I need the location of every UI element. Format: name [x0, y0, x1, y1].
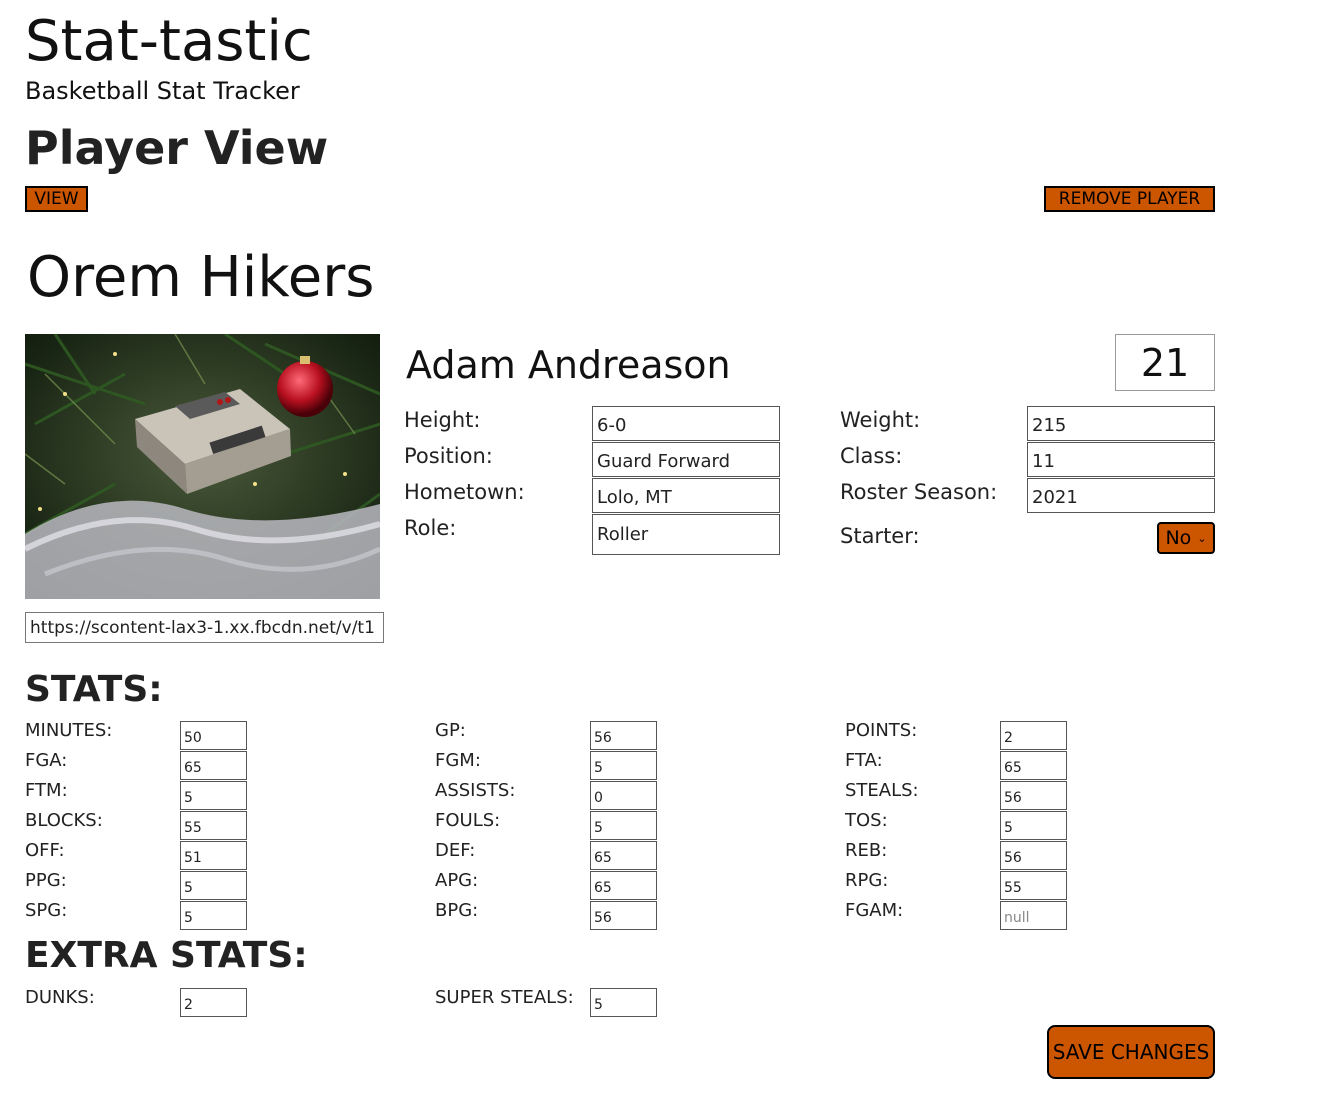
gp-input[interactable] [590, 721, 657, 750]
class-input[interactable] [1027, 442, 1215, 477]
super-steals-label: SUPER STEALS: [435, 987, 574, 1008]
bpg-input[interactable] [590, 901, 657, 930]
fgam-label: FGAM: [845, 900, 904, 921]
assists-label: ASSISTS: [435, 780, 516, 801]
photo-url-input[interactable] [25, 612, 384, 643]
fouls-input[interactable] [590, 811, 657, 840]
gp-label: GP: [435, 720, 466, 741]
player-view-page: Stat-tastic Basketball Stat Tracker Play… [0, 0, 1341, 1109]
role-label: Role: [404, 516, 457, 540]
rpg-input[interactable] [1000, 871, 1067, 900]
hometown-input[interactable] [592, 478, 780, 513]
starter-select[interactable]: No ⌄ [1157, 522, 1215, 554]
fta-input[interactable] [1000, 751, 1067, 780]
fta-label: FTA: [845, 750, 883, 771]
fgam-input[interactable] [1000, 901, 1067, 930]
spg-label: SPG: [25, 900, 68, 921]
page-title: Player View [25, 121, 329, 175]
dunks-label: DUNKS: [25, 987, 95, 1008]
blocks-input[interactable] [180, 811, 247, 840]
apg-label: APG: [435, 870, 479, 891]
def-input[interactable] [590, 841, 657, 870]
weight-input[interactable] [1027, 406, 1215, 441]
rpg-label: RPG: [845, 870, 889, 891]
hometown-label: Hometown: [404, 480, 525, 504]
minutes-input[interactable] [180, 721, 247, 750]
player-photo [25, 334, 380, 599]
jersey-number-input[interactable] [1115, 334, 1215, 391]
position-label: Position: [404, 444, 493, 468]
off-input[interactable] [180, 841, 247, 870]
tos-label: TOS: [845, 810, 888, 831]
height-input[interactable] [592, 406, 780, 441]
off-label: OFF: [25, 840, 65, 861]
roster-season-label: Roster Season: [840, 480, 998, 504]
chevron-down-icon: ⌄ [1197, 531, 1207, 545]
extra-stats-title: EXTRA STATS: [25, 935, 308, 976]
fga-label: FGA: [25, 750, 68, 771]
ftm-label: FTM: [25, 780, 68, 801]
stats-title: STATS: [25, 669, 163, 710]
ftm-input[interactable] [180, 781, 247, 810]
ppg-label: PPG: [25, 870, 67, 891]
starter-label: Starter: [840, 524, 920, 548]
def-label: DEF: [435, 840, 476, 861]
remove-player-button[interactable]: REMOVE PLAYER [1044, 186, 1215, 212]
fgm-label: FGM: [435, 750, 481, 771]
assists-input[interactable] [590, 781, 657, 810]
fgm-input[interactable] [590, 751, 657, 780]
points-input[interactable] [1000, 721, 1067, 750]
view-button[interactable]: VIEW [25, 186, 88, 212]
fouls-label: FOULS: [435, 810, 501, 831]
ppg-input[interactable] [180, 871, 247, 900]
steals-label: STEALS: [845, 780, 919, 801]
app-subtitle: Basketball Stat Tracker [25, 77, 300, 105]
steals-input[interactable] [1000, 781, 1067, 810]
save-changes-button[interactable]: SAVE CHANGES [1047, 1025, 1215, 1079]
team-name: Orem Hikers [27, 245, 375, 310]
spg-input[interactable] [180, 901, 247, 930]
position-input[interactable] [592, 442, 780, 477]
apg-input[interactable] [590, 871, 657, 900]
weight-label: Weight: [840, 408, 921, 432]
dunks-input[interactable] [180, 988, 247, 1017]
height-label: Height: [404, 408, 481, 432]
app-title: Stat-tastic [25, 9, 313, 74]
role-input[interactable] [592, 514, 780, 555]
minutes-label: MINUTES: [25, 720, 113, 741]
player-name: Adam Andreason [406, 343, 731, 387]
tos-input[interactable] [1000, 811, 1067, 840]
roster-season-input[interactable] [1027, 478, 1215, 513]
fga-input[interactable] [180, 751, 247, 780]
blocks-label: BLOCKS: [25, 810, 103, 831]
super-steals-input[interactable] [590, 988, 657, 1017]
points-label: POINTS: [845, 720, 918, 741]
reb-label: REB: [845, 840, 888, 861]
starter-value: No [1165, 527, 1192, 549]
reb-input[interactable] [1000, 841, 1067, 870]
player-photo-image [25, 334, 380, 599]
bpg-label: BPG: [435, 900, 479, 921]
class-label: Class: [840, 444, 903, 468]
